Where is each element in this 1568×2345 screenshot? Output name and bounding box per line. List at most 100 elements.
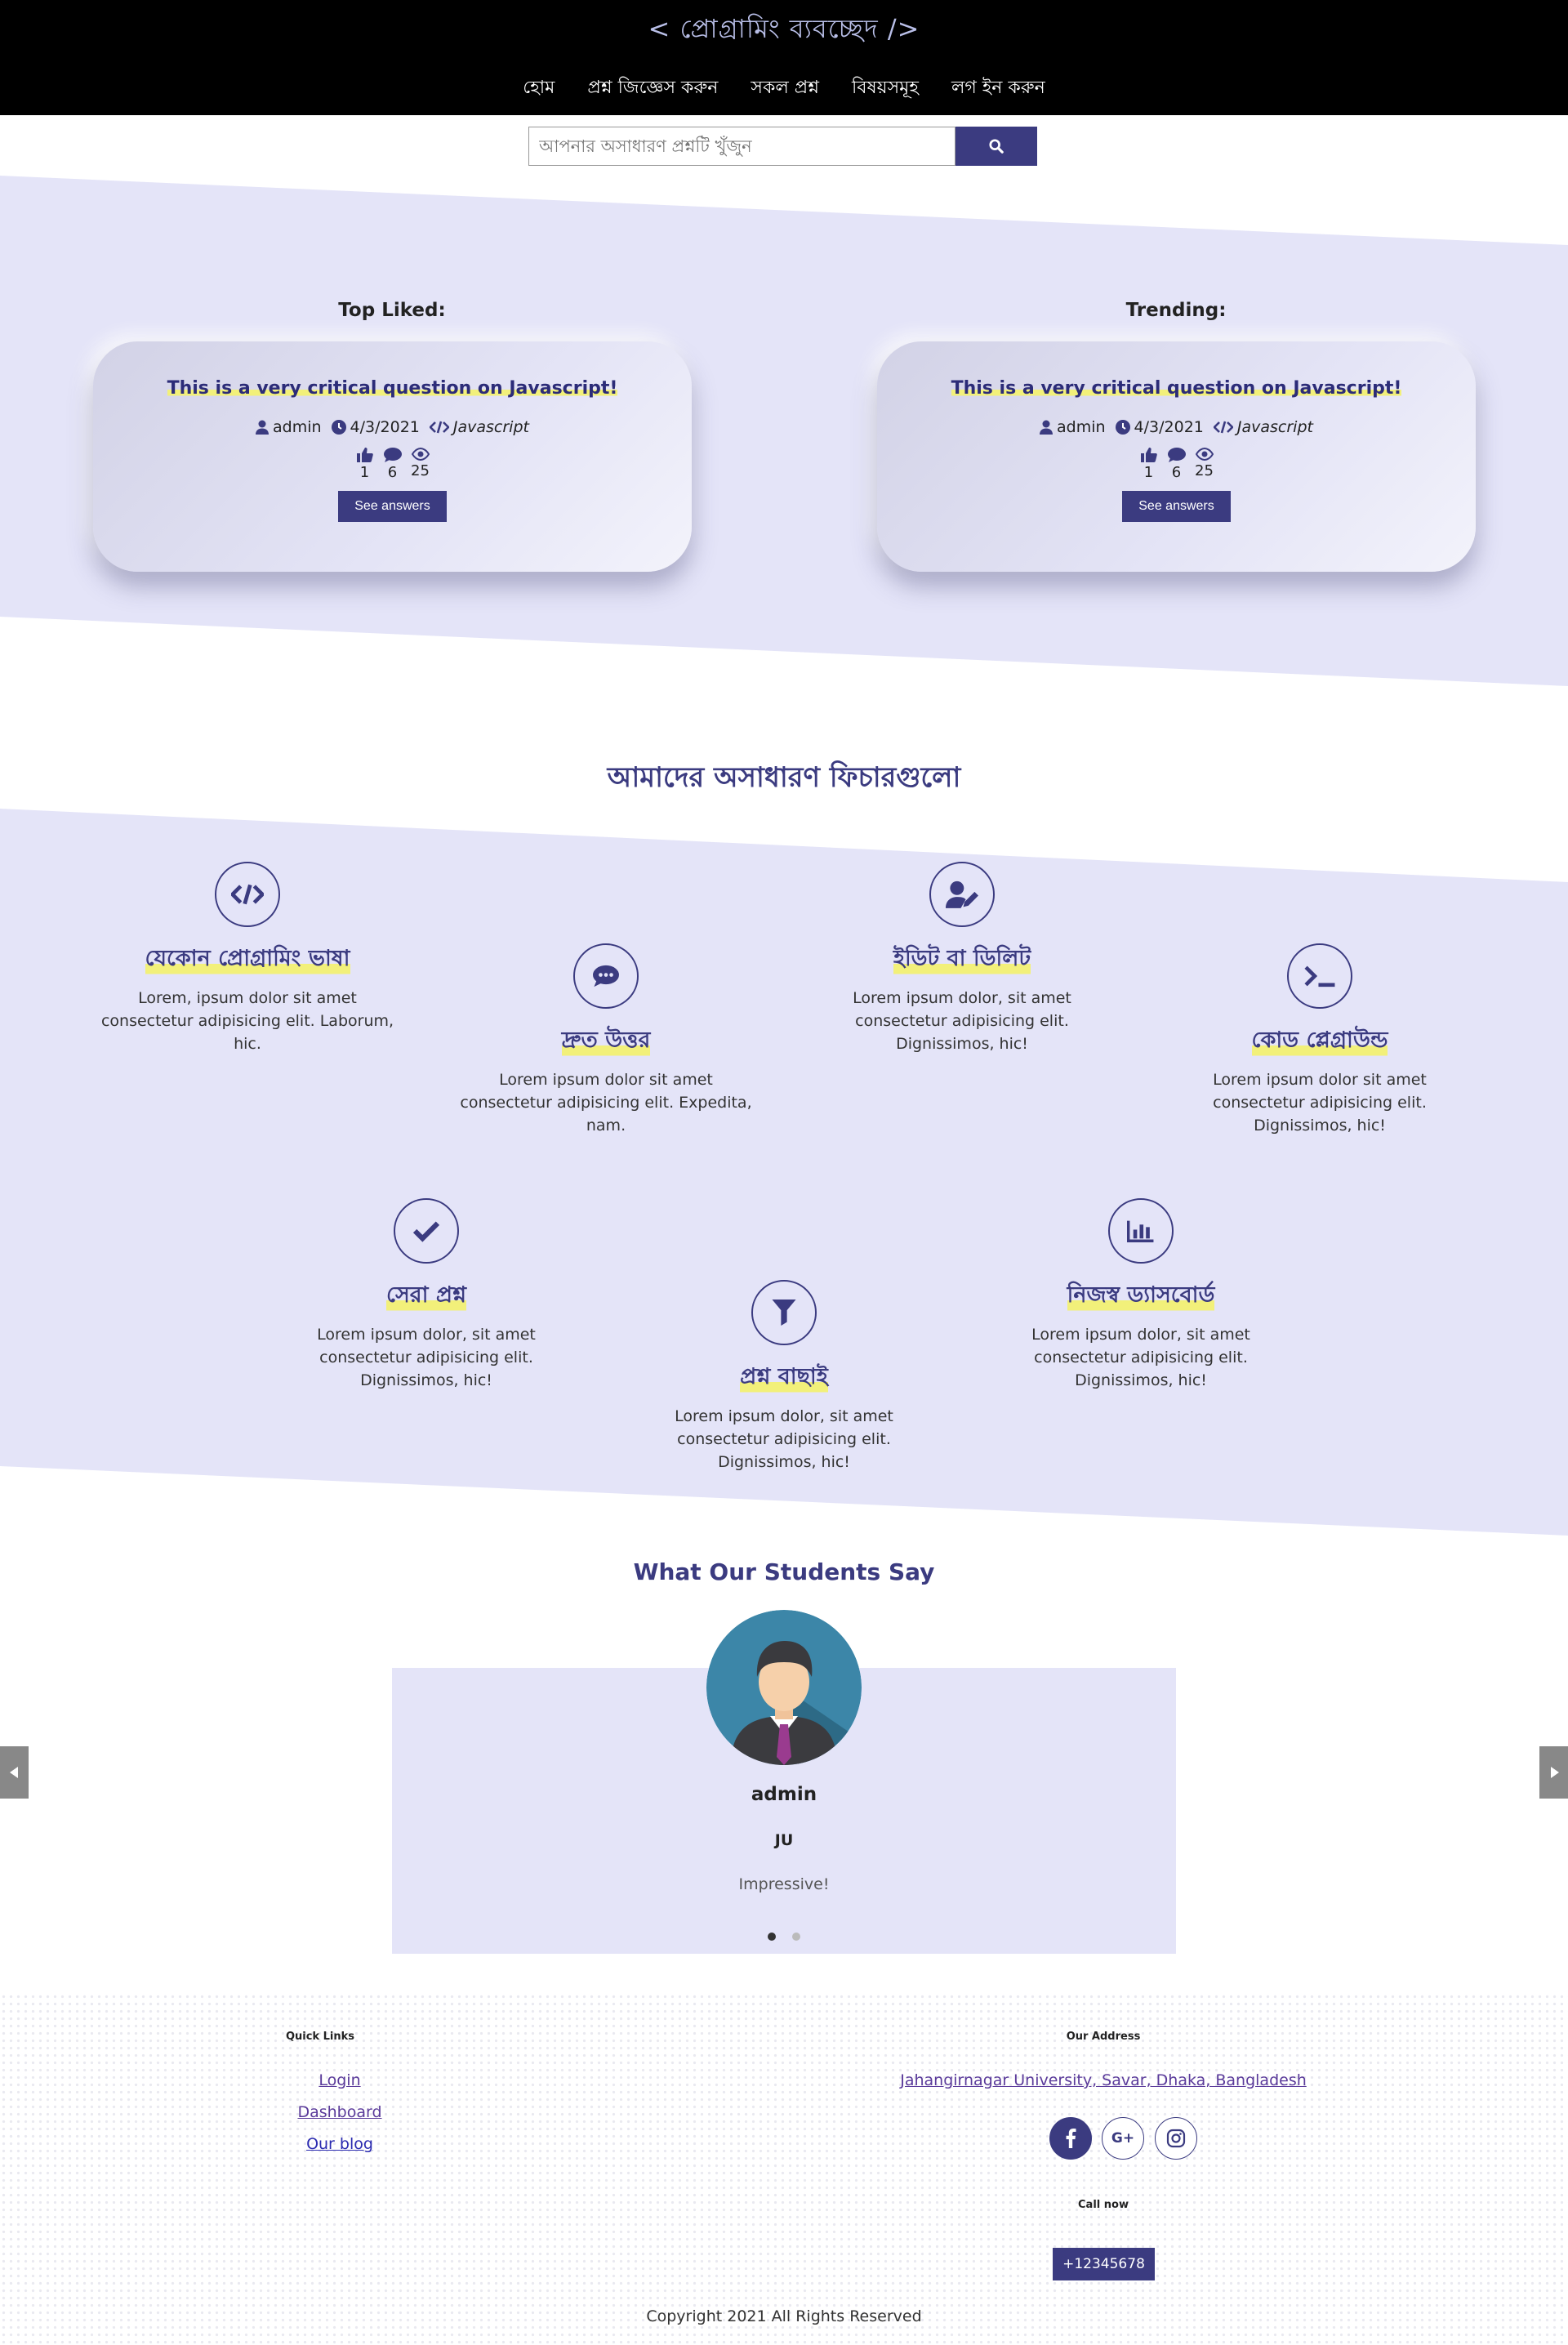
feature-name: কোড প্লেগ্রাউন্ড xyxy=(1251,1023,1388,1060)
filter-icon xyxy=(772,1300,796,1326)
avatar xyxy=(706,1610,862,1765)
feature-desc: Lorem ipsum dolor, sit amet consectetur … xyxy=(1031,1326,1250,1389)
copyright: Copyright 2021 All Rights Reserved xyxy=(646,2307,922,2325)
feature-quick-answer: দ্রুত উত্তর Lorem ipsum dolor sit amet c… xyxy=(451,943,761,1137)
chevron-right-icon xyxy=(1550,1767,1559,1778)
user-edit-icon xyxy=(946,880,978,908)
check-icon xyxy=(412,1221,440,1242)
author-meta: admin xyxy=(256,418,322,436)
comment-icon xyxy=(1167,448,1186,462)
world-map-background xyxy=(0,1993,1568,2345)
post-date: 4/3/2021 xyxy=(1134,418,1204,436)
question-title[interactable]: This is a very critical question on Java… xyxy=(951,378,1402,399)
comments-count: 6 xyxy=(1171,464,1182,481)
search-icon xyxy=(989,139,1004,154)
clock-icon xyxy=(1115,420,1130,435)
feature-question-filter: প্রশ্ন বাছাই Lorem ipsum dolor, sit amet… xyxy=(629,1280,939,1473)
chart-bar-icon xyxy=(1127,1220,1154,1242)
footer-link-login[interactable]: Login xyxy=(217,2071,462,2089)
trending-heading: Trending: xyxy=(1125,300,1227,321)
nav-all-questions[interactable]: সকল প্রশ্ন xyxy=(751,74,819,104)
search-button[interactable] xyxy=(956,127,1037,166)
instagram-icon xyxy=(1166,2129,1186,2148)
nav-login[interactable]: লগ ইন করুন xyxy=(951,74,1045,104)
comment-dots-icon xyxy=(593,965,619,987)
testimonial-org: JU xyxy=(774,1831,794,1849)
user-icon xyxy=(1040,420,1053,435)
nav-topics[interactable]: বিষয়সমূহ xyxy=(852,74,919,104)
code-icon xyxy=(429,421,449,434)
date-meta: 4/3/2021 xyxy=(1115,418,1204,436)
likes-stat: 1 xyxy=(356,448,373,481)
top-liked-card: This is a very critical question on Java… xyxy=(93,341,692,572)
feature-edit-delete: ইডিট বা ডিলিট Lorem ipsum dolor, sit ame… xyxy=(807,862,1117,1055)
instagram-button[interactable] xyxy=(1155,2117,1197,2160)
footer-link-blog[interactable]: Our blog xyxy=(217,2135,462,2153)
carousel-dot-2[interactable] xyxy=(792,1933,800,1941)
question-tag[interactable]: Javascript xyxy=(453,418,529,436)
feature-desc: Lorem, ipsum dolor sit amet consectetur … xyxy=(100,989,394,1053)
tag-meta: Javascript xyxy=(1213,418,1313,436)
feature-desc: Lorem ipsum dolor sit amet consectetur a… xyxy=(1213,1071,1427,1135)
comments-stat: 6 xyxy=(1167,448,1186,481)
eye-icon xyxy=(1195,448,1214,461)
feature-desc: Lorem ipsum dolor sit amet consectetur a… xyxy=(460,1071,752,1135)
facebook-button[interactable] xyxy=(1049,2117,1092,2160)
clock-icon xyxy=(331,420,346,435)
see-answers-button[interactable]: See answers xyxy=(1122,491,1231,522)
phone-button[interactable]: +12345678 xyxy=(1053,2248,1155,2280)
feature-desc: Lorem ipsum dolor, sit amet consectetur … xyxy=(317,1326,536,1389)
comments-stat: 6 xyxy=(383,448,402,481)
feature-name: প্রশ্ন বাছাই xyxy=(740,1360,828,1397)
nav-ask-question[interactable]: প্রশ্ন জিজ্ঞেস করুন xyxy=(587,74,718,104)
carousel-dot-1[interactable] xyxy=(768,1933,776,1941)
google-plus-icon: G+ xyxy=(1111,2130,1135,2147)
quick-links-heading: Quick Links xyxy=(285,2031,355,2043)
feature-name: ইডিট বা ডিলিট xyxy=(893,942,1031,979)
testimonials-title: What Our Students Say xyxy=(633,1558,935,1585)
likes-stat: 1 xyxy=(1140,448,1157,481)
address-heading: Our Address xyxy=(1066,2031,1141,2043)
search-input[interactable] xyxy=(528,127,956,166)
nav-home[interactable]: হোম xyxy=(523,74,555,104)
feature-desc: Lorem ipsum dolor, sit amet consectetur … xyxy=(675,1407,893,1471)
thumbs-up-icon xyxy=(356,448,373,462)
carousel-next-button[interactable] xyxy=(1539,1746,1568,1799)
feature-name: নিজস্ব ড্যাসবোর্ড xyxy=(1067,1278,1215,1315)
views-stat: 25 xyxy=(1195,448,1214,481)
main-nav: হোম প্রশ্ন জিজ্ঞেস করুন সকল প্রশ্ন বিষয়… xyxy=(0,74,1568,104)
question-title[interactable]: This is a very critical question on Java… xyxy=(167,378,618,399)
site-brand[interactable]: < প্রোগ্রামিং ব্যবচ্ছেদ /> xyxy=(0,8,1568,52)
tag-meta: Javascript xyxy=(429,418,529,436)
date-meta: 4/3/2021 xyxy=(331,418,420,436)
carousel-prev-button[interactable] xyxy=(0,1746,29,1799)
call-now-heading: Call now xyxy=(1078,2199,1129,2211)
eye-icon xyxy=(411,448,430,461)
feature-dashboard: নিজস্ব ড্যাসবোর্ড Lorem ipsum dolor, sit… xyxy=(986,1198,1296,1392)
views-stat: 25 xyxy=(411,448,430,481)
likes-count: 1 xyxy=(1143,464,1154,481)
code-icon xyxy=(1213,421,1233,434)
chevron-left-icon xyxy=(9,1767,18,1778)
author-name: admin xyxy=(273,418,322,436)
see-answers-button[interactable]: See answers xyxy=(338,491,447,522)
features-title: আমাদের অসাধারণ ফিচারগুলো xyxy=(607,761,961,794)
feature-name: সেরা প্রশ্ন xyxy=(385,1278,467,1315)
search-bar xyxy=(528,127,1037,166)
feature-name: দ্রুত উত্তর xyxy=(561,1023,651,1060)
testimonial-name: admin xyxy=(751,1784,817,1805)
google-plus-button[interactable]: G+ xyxy=(1102,2117,1144,2160)
feature-any-language: যেকোন প্রোগ্রামিং ভাষা Lorem, ipsum dolo… xyxy=(92,862,403,1055)
footer-link-dashboard[interactable]: Dashboard xyxy=(217,2103,462,2121)
top-navbar: < প্রোগ্রামিং ব্যবচ্ছেদ /> হোম প্রশ্ন জি… xyxy=(0,0,1568,115)
facebook-icon xyxy=(1066,2129,1076,2148)
code-icon xyxy=(231,884,264,905)
feature-code-playground: কোড প্লেগ্রাউন্ড Lorem ipsum dolor sit a… xyxy=(1165,943,1475,1137)
top-liked-heading: Top Liked: xyxy=(338,300,446,321)
address-link[interactable]: Jahangirnagar University, Savar, Dhaka, … xyxy=(899,2071,1307,2089)
question-tag[interactable]: Javascript xyxy=(1237,418,1313,436)
testimonial-quote: Impressive! xyxy=(738,1875,830,1893)
thumbs-up-icon xyxy=(1140,448,1157,462)
trending-card: This is a very critical question on Java… xyxy=(877,341,1476,572)
comments-count: 6 xyxy=(387,464,398,481)
